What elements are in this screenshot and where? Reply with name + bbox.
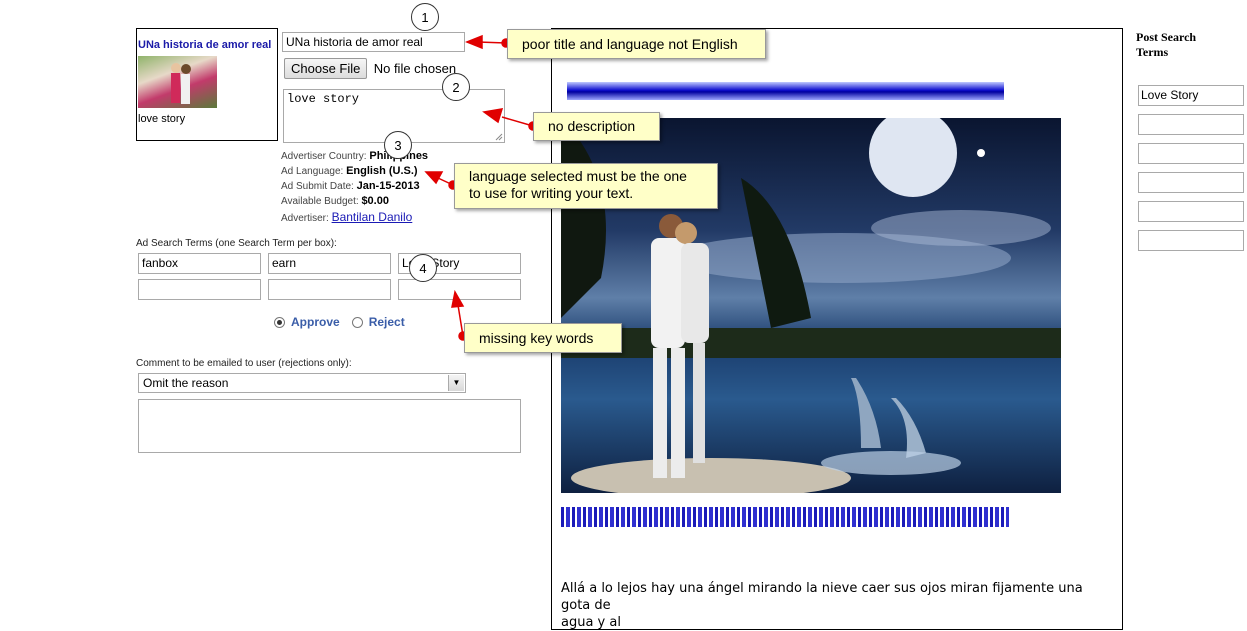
callout-language-line-2: to use for writing your text. bbox=[469, 185, 634, 201]
arrow-head-4 bbox=[451, 289, 465, 308]
arrow-head-3 bbox=[424, 171, 444, 185]
callout-missing-keywords: missing key words bbox=[464, 323, 622, 353]
arrow-head-1 bbox=[464, 34, 483, 50]
arrow-head-2 bbox=[482, 108, 504, 124]
ad-body-line-2: agua y al bbox=[561, 615, 621, 630]
marker-3: 3 bbox=[384, 131, 412, 159]
marker-2: 2 bbox=[442, 73, 470, 101]
annotation-arrows bbox=[424, 34, 538, 341]
callout-language: language selected must be the one to use… bbox=[454, 163, 718, 209]
marker-1: 1 bbox=[411, 3, 439, 31]
marker-4: 4 bbox=[409, 254, 437, 282]
callout-poor-title: poor title and language not English bbox=[507, 29, 766, 59]
callout-language-line-1: language selected must be the one bbox=[469, 168, 687, 184]
callout-no-description: no description bbox=[533, 112, 660, 141]
